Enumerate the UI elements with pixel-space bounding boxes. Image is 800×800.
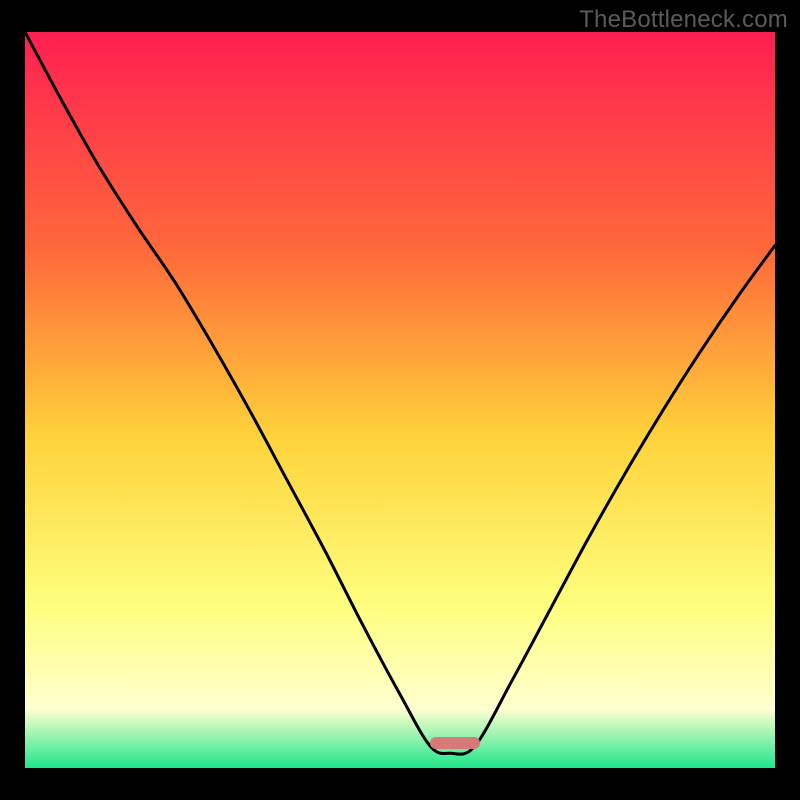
optimal-marker <box>430 737 480 749</box>
plot-area <box>25 32 775 768</box>
gradient-background <box>25 32 775 768</box>
watermark-text: TheBottleneck.com <box>579 6 788 34</box>
chart-frame: TheBottleneck.com <box>0 0 800 800</box>
gradient-plot <box>25 32 775 768</box>
